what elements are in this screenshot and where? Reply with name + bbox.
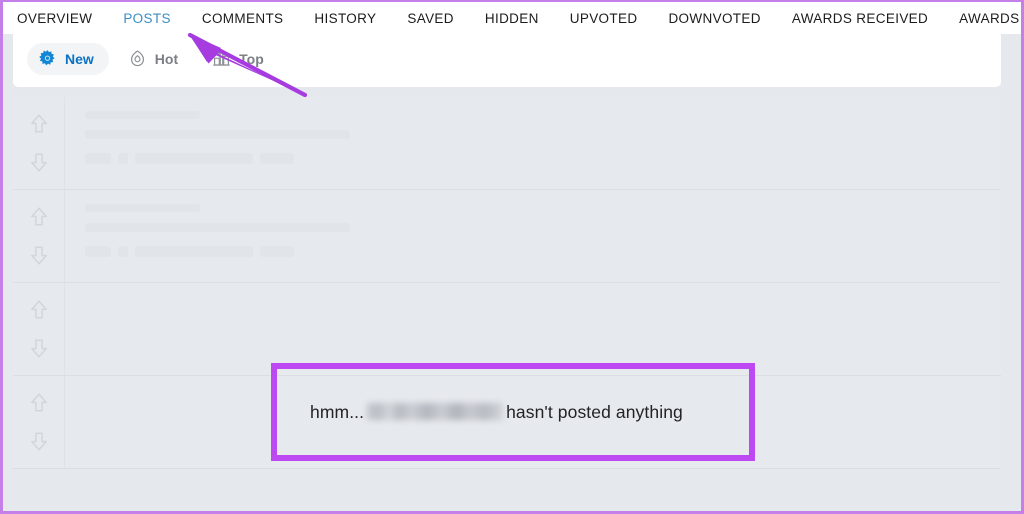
sparkle-burst-icon <box>38 49 57 68</box>
upvote-arrow-icon[interactable] <box>29 392 49 414</box>
tab-awards-given-label: AWARDS GIVEN <box>959 11 1021 26</box>
flame-icon <box>128 49 147 68</box>
vote-column <box>13 283 65 375</box>
upvote-arrow-icon[interactable] <box>29 206 49 228</box>
tab-awards-received-label: AWARDS RECEIVED <box>791 11 929 26</box>
downvote-arrow-icon[interactable] <box>29 430 49 452</box>
skeleton-chip <box>135 153 253 164</box>
skeleton-line <box>85 130 350 139</box>
tab-upvoted-label: UPVOTED <box>569 11 638 26</box>
tab-comments-label: COMMENTS <box>201 11 284 26</box>
sort-option-new[interactable]: New <box>27 42 109 75</box>
skeleton-chip <box>118 246 128 257</box>
sort-option-new-label: New <box>65 50 94 67</box>
skeleton-line <box>85 111 200 119</box>
downvote-arrow-icon[interactable] <box>29 244 49 266</box>
downvote-arrow-icon[interactable] <box>29 151 49 173</box>
post-skeleton <box>75 97 1001 189</box>
skeleton-line <box>85 223 350 232</box>
skeleton-meta-row <box>85 153 1001 164</box>
redacted-username <box>367 403 504 421</box>
vote-column <box>13 376 65 468</box>
post-skeleton <box>75 190 1001 282</box>
skeleton-line <box>85 204 200 212</box>
post-row[interactable] <box>13 190 1001 283</box>
skeleton-chip <box>85 153 111 164</box>
post-skeleton <box>75 283 1001 375</box>
tab-posts-label: POSTS <box>123 11 171 26</box>
skeleton-chip <box>260 246 294 257</box>
downvote-arrow-icon[interactable] <box>29 337 49 359</box>
tab-downvoted-label: DOWNVOTED <box>668 11 761 26</box>
vote-column <box>13 97 65 189</box>
skeleton-chip <box>135 246 253 257</box>
tab-saved-label: SAVED <box>407 11 454 26</box>
tab-history-label: HISTORY <box>314 11 377 26</box>
sort-option-top[interactable]: Top <box>201 43 279 75</box>
empty-state-prefix: hmm... <box>310 401 365 422</box>
skeleton-chip <box>85 246 111 257</box>
empty-state-highlight-box: hmm... hasn't posted anything <box>271 363 755 461</box>
skeleton-chip <box>118 153 128 164</box>
post-row[interactable] <box>13 97 1001 190</box>
sort-option-hot[interactable]: Hot <box>117 43 193 75</box>
sort-bar-card: New Hot Top <box>13 30 1001 87</box>
skeleton-meta-row <box>85 246 1001 257</box>
upvote-arrow-icon[interactable] <box>29 113 49 135</box>
podium-chart-icon <box>212 49 231 68</box>
sort-option-hot-label: Hot <box>154 50 179 67</box>
screenshot-root: OVERVIEW POSTS COMMENTS HISTORY SAVED HI… <box>0 0 1024 514</box>
skeleton-chip <box>260 153 294 164</box>
empty-state-message: hmm... hasn't posted anything <box>310 402 683 423</box>
tab-overview-label: OVERVIEW <box>17 11 93 26</box>
empty-state-suffix: hasn't posted anything <box>506 401 683 422</box>
upvote-arrow-icon[interactable] <box>29 299 49 321</box>
tab-hidden-label: HIDDEN <box>484 11 539 26</box>
vote-column <box>13 190 65 282</box>
sort-option-top-label: Top <box>239 50 264 67</box>
